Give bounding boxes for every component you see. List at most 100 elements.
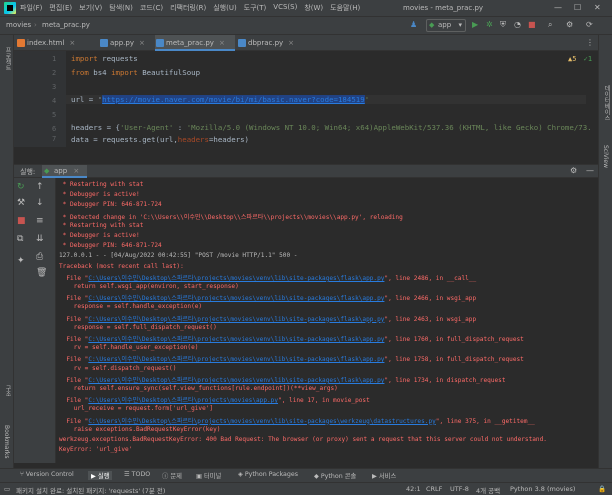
user-icon[interactable]: ♟ (410, 20, 417, 29)
scroll-to-end-icon[interactable]: ⇊ (36, 234, 44, 244)
bookmarks-tool-button[interactable]: Bookmarks (3, 425, 10, 459)
python-interpreter[interactable]: Python 3.8 (movies) (510, 485, 575, 493)
maximize-icon[interactable]: ☐ (574, 3, 581, 12)
soft-wrap-icon[interactable]: ≡ (36, 216, 44, 226)
debug-icon[interactable]: ✲ (486, 20, 493, 29)
search-everywhere-icon[interactable]: ⌕ (548, 20, 552, 30)
breadcrumb-project[interactable]: movies (6, 21, 31, 29)
down-arrow-icon[interactable]: ↓ (36, 198, 44, 208)
project-tool-button[interactable]: 프로젝트 (3, 47, 12, 71)
line-number: 7 (52, 135, 57, 143)
console-line: File "C:\Users\이수민\Desktop\스파르타\projects… (59, 314, 476, 323)
file-link[interactable]: C:\Users\이수민\Desktop\스파르타\projects\movie… (88, 295, 384, 302)
menu-item[interactable]: VCS(S) (273, 3, 297, 13)
keyword: import (111, 68, 138, 77)
tab-meta-prac-py[interactable]: meta_prac.py × (155, 35, 235, 51)
profile-icon[interactable]: ◔ (514, 20, 521, 29)
file-link[interactable]: C:\Users\이수민\Desktop\스파르타\projects\movie… (88, 316, 384, 323)
menu-item[interactable]: 코드(C) (140, 3, 163, 13)
line-separator[interactable]: CRLF (426, 485, 442, 493)
file-link[interactable]: C:\Users\이수민\Desktop\스파르타\projects\movie… (88, 336, 384, 343)
menu-item[interactable]: 보기(V) (79, 3, 102, 13)
python-console-tool-button[interactable]: ◆ Python 콘솔 (314, 471, 356, 480)
file-encoding[interactable]: UTF-8 (450, 485, 469, 493)
close-tab-icon[interactable]: × (73, 167, 79, 175)
structure-tool-button[interactable]: 구조 (3, 385, 12, 397)
coverage-icon[interactable]: ⛨ (500, 20, 506, 30)
menu-item[interactable]: 파일(F) (20, 3, 42, 13)
menu-item[interactable]: 창(W) (304, 3, 323, 13)
window-title: movies - meta_prac.py (403, 4, 484, 12)
sciview-tool-button[interactable]: SciView (602, 145, 609, 168)
close-tab-icon[interactable]: × (139, 39, 145, 47)
database-tool-button[interactable]: 데이터베이스 (602, 85, 611, 121)
line-number: 4 (52, 97, 57, 105)
console-line: response = self.full_dispatch_request() (59, 323, 217, 331)
caret-position[interactable]: 42:1 (406, 485, 421, 493)
menu-item[interactable]: 편집(E) (49, 3, 72, 13)
gear-icon[interactable]: ⚙ (570, 166, 577, 175)
url-string[interactable]: https://movie.naver.com/movie/bi/mi/basi… (102, 95, 365, 104)
close-tab-icon[interactable]: × (219, 39, 225, 47)
status-icon[interactable]: ▭ (4, 485, 10, 493)
warning-count: ▲5 (568, 55, 577, 63)
close-icon[interactable]: ✕ (594, 3, 601, 12)
file-link[interactable]: C:\Users\이수민\Desktop\스파르타\projects\movie… (88, 356, 384, 363)
terminal-tool-button[interactable]: ▣ 터미널 (196, 471, 221, 480)
version-control-tool-button[interactable]: ⑂ Version Control (20, 471, 74, 478)
file-link[interactable]: C:\Users\이수민\Desktop\스파르타\projects\movie… (88, 418, 435, 425)
code-editor[interactable]: 1 2 3 4 5 6 7 import requests from bs4 i… (14, 51, 598, 147)
run-tab-app[interactable]: ◆ app × (42, 165, 88, 178)
tab-dbprac-py[interactable]: dbprac.py × (237, 35, 307, 51)
lock-icon[interactable]: 🔒 (598, 485, 606, 493)
console-text: ", line 17, in movie_post (278, 397, 370, 405)
run-tool-button[interactable]: ▶ 실행 (88, 471, 113, 480)
file-link[interactable]: C:\Users\이수민\Desktop\스파르타\projects\movie… (88, 275, 384, 282)
menu-item[interactable]: 탐색(N) (109, 3, 133, 13)
console-output[interactable]: * Restarting with stat * Debugger is act… (56, 178, 598, 463)
print-icon[interactable]: ⎙ (36, 252, 43, 262)
console-text: ", line 1760, in full_dispatch_request (384, 336, 524, 343)
console-line: File "C:\Users\이수민\Desktop\스파르타\projects… (59, 416, 535, 425)
settings-icon[interactable]: ⚙ (566, 20, 573, 29)
update-icon[interactable]: ⟳ (586, 20, 593, 29)
python-packages-tool-button[interactable]: ◈ Python Packages (238, 471, 298, 478)
problems-tool-button[interactable]: ⓘ 문제 (162, 471, 182, 480)
close-tab-icon[interactable]: × (69, 39, 75, 47)
restore-layout-icon[interactable]: ⧉ (17, 234, 23, 244)
left-tool-stripe: 프로젝트 구조 Bookmarks (0, 35, 14, 468)
trash-icon[interactable]: 🗑 (36, 268, 47, 278)
run-config-select[interactable]: ◆ app ▾ (426, 19, 466, 32)
keyword: from (71, 68, 89, 77)
console-text: File " (59, 356, 89, 364)
minimize-icon[interactable]: — (554, 3, 562, 12)
todo-tool-button[interactable]: ☰ TODO (124, 471, 150, 478)
up-arrow-icon[interactable]: ↑ (36, 182, 44, 192)
python-file-icon (238, 39, 246, 47)
stop-icon[interactable]: ■ (528, 20, 536, 29)
run-icon[interactable]: ▶ (472, 20, 478, 29)
chevron-down-icon: ▾ (458, 21, 462, 29)
indent-setting[interactable]: 4개 공백 (476, 485, 500, 495)
file-link[interactable]: C:\Users\이수민\Desktop\스파르타\projects\movie… (88, 397, 278, 404)
tab-index-html[interactable]: index.html × (16, 35, 80, 51)
console-text: ", line 1758, in full_dispatch_request (384, 356, 524, 364)
hide-icon[interactable]: — (586, 166, 594, 175)
status-message[interactable]: 패키지 설치 완료: 설치된 패키지: 'requests' (7분 전) (16, 485, 165, 495)
file-link[interactable]: C:\Users\이수민\Desktop\스파르타\projects\movie… (88, 377, 384, 384)
tabs-menu-icon[interactable]: ⋮ (586, 38, 594, 47)
menu-item[interactable]: 도움말(H) (330, 3, 360, 13)
menu-item[interactable]: 리팩터링(R) (170, 3, 206, 13)
pin-icon[interactable]: ✦ (17, 256, 25, 266)
code-text: url = ' (71, 95, 103, 104)
menu-item[interactable]: 실행(U) (213, 3, 236, 13)
rerun-icon[interactable]: ↻ (17, 182, 25, 192)
stop-icon[interactable]: ■ (17, 216, 26, 226)
wrench-icon[interactable]: ⚒ (17, 198, 25, 208)
tab-app-py[interactable]: app.py × (99, 35, 154, 51)
inspection-widget[interactable]: ▲5 ✓1 (568, 55, 592, 63)
menu-item[interactable]: 도구(T) (244, 3, 267, 13)
breadcrumb-file[interactable]: meta_prac.py (42, 21, 90, 29)
close-tab-icon[interactable]: × (288, 39, 294, 47)
services-tool-button[interactable]: ▶ 서비스 (372, 471, 396, 480)
